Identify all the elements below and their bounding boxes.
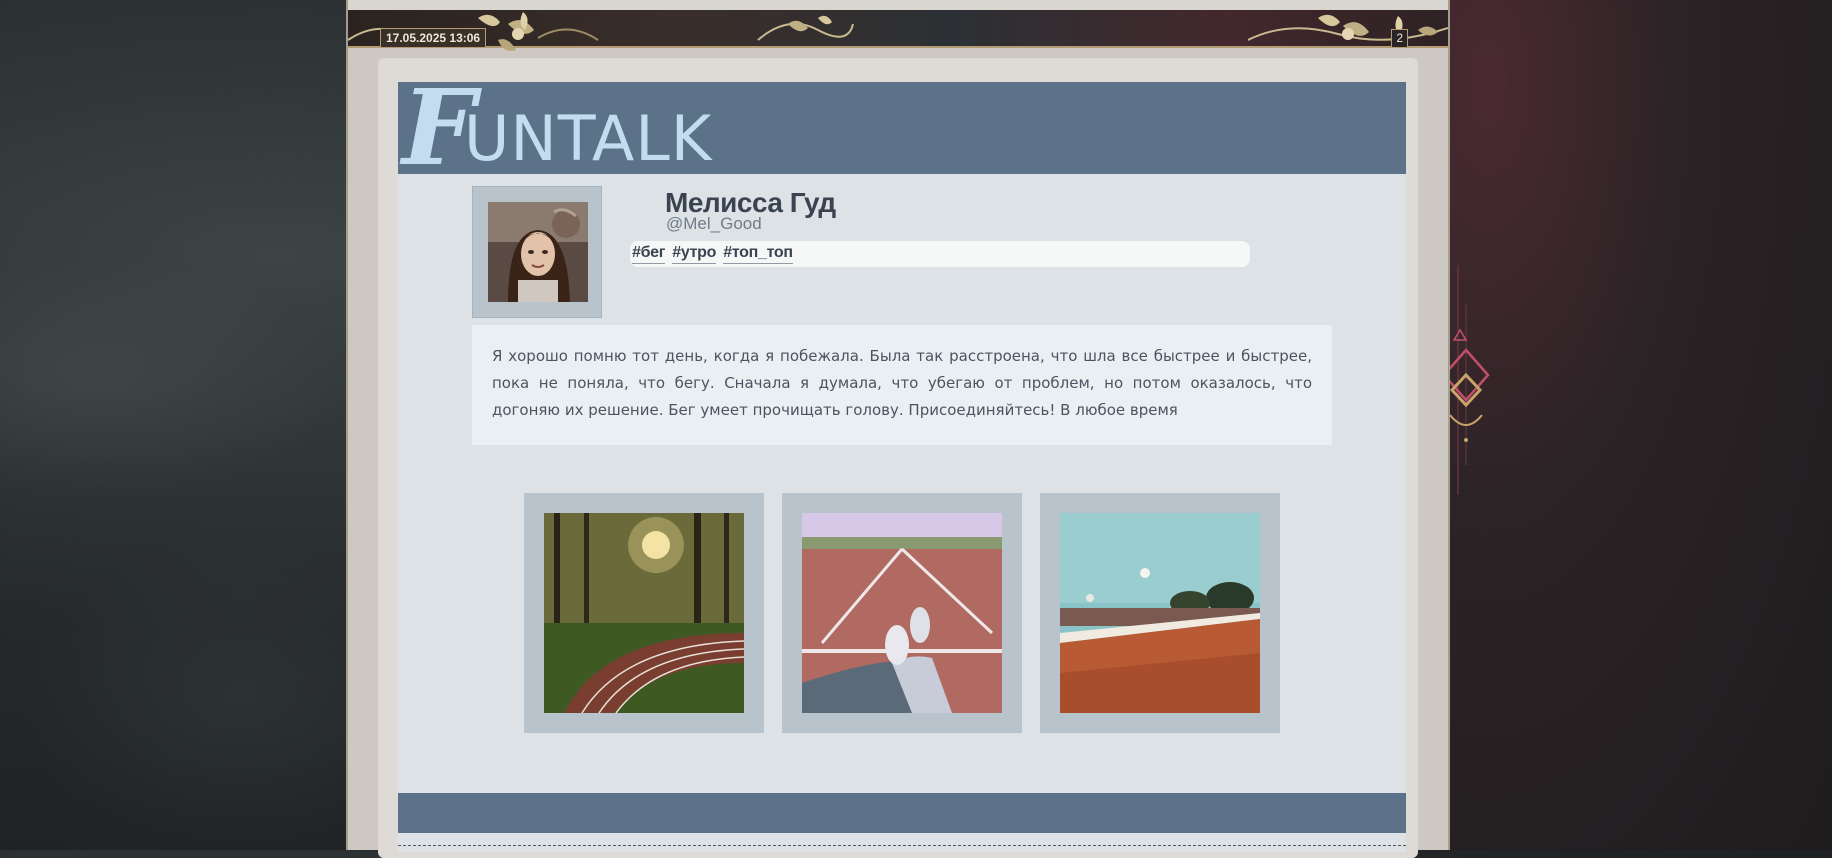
tags-bar: #бег #утро #топ_топ (630, 241, 1250, 267)
funtalk-footer (398, 793, 1406, 833)
avatar[interactable] (488, 202, 588, 302)
floral-ornament-icon (1248, 14, 1448, 41)
floral-ornament-icon (757, 15, 854, 41)
photo-running-shoes[interactable] (802, 513, 1002, 713)
user-handle: @Mel_Good (666, 214, 762, 233)
photo-frame (782, 493, 1022, 733)
background-right (1450, 0, 1832, 850)
background-swirl (0, 0, 346, 850)
funtalk-header: F UNTALK (398, 76, 1406, 180)
photo-track-closeup[interactable] (1060, 513, 1260, 713)
photo-forest-track[interactable] (544, 513, 744, 713)
logo-text: UNTALK (464, 102, 713, 175)
avatar-frame (472, 186, 602, 318)
post-header: 17.05.2025 13:06 2 (348, 10, 1448, 51)
post-number[interactable]: 2 (1391, 29, 1408, 48)
divider (398, 845, 1406, 846)
tag[interactable]: #утро (672, 243, 716, 264)
funtalk-card: F UNTALK Мелисса Гуд @Mel_Good #бег #утр… (398, 76, 1406, 852)
tag[interactable]: #бег (632, 243, 665, 264)
post-date: 17.05.2025 13:06 (380, 28, 487, 48)
tag[interactable]: #топ_топ (723, 243, 793, 264)
post-text: Я хорошо помню тот день, когда я побежал… (472, 325, 1332, 445)
photo-frame (524, 493, 764, 733)
diamond-ornament-icon (1448, 265, 1490, 495)
photo-frame (1040, 493, 1280, 733)
